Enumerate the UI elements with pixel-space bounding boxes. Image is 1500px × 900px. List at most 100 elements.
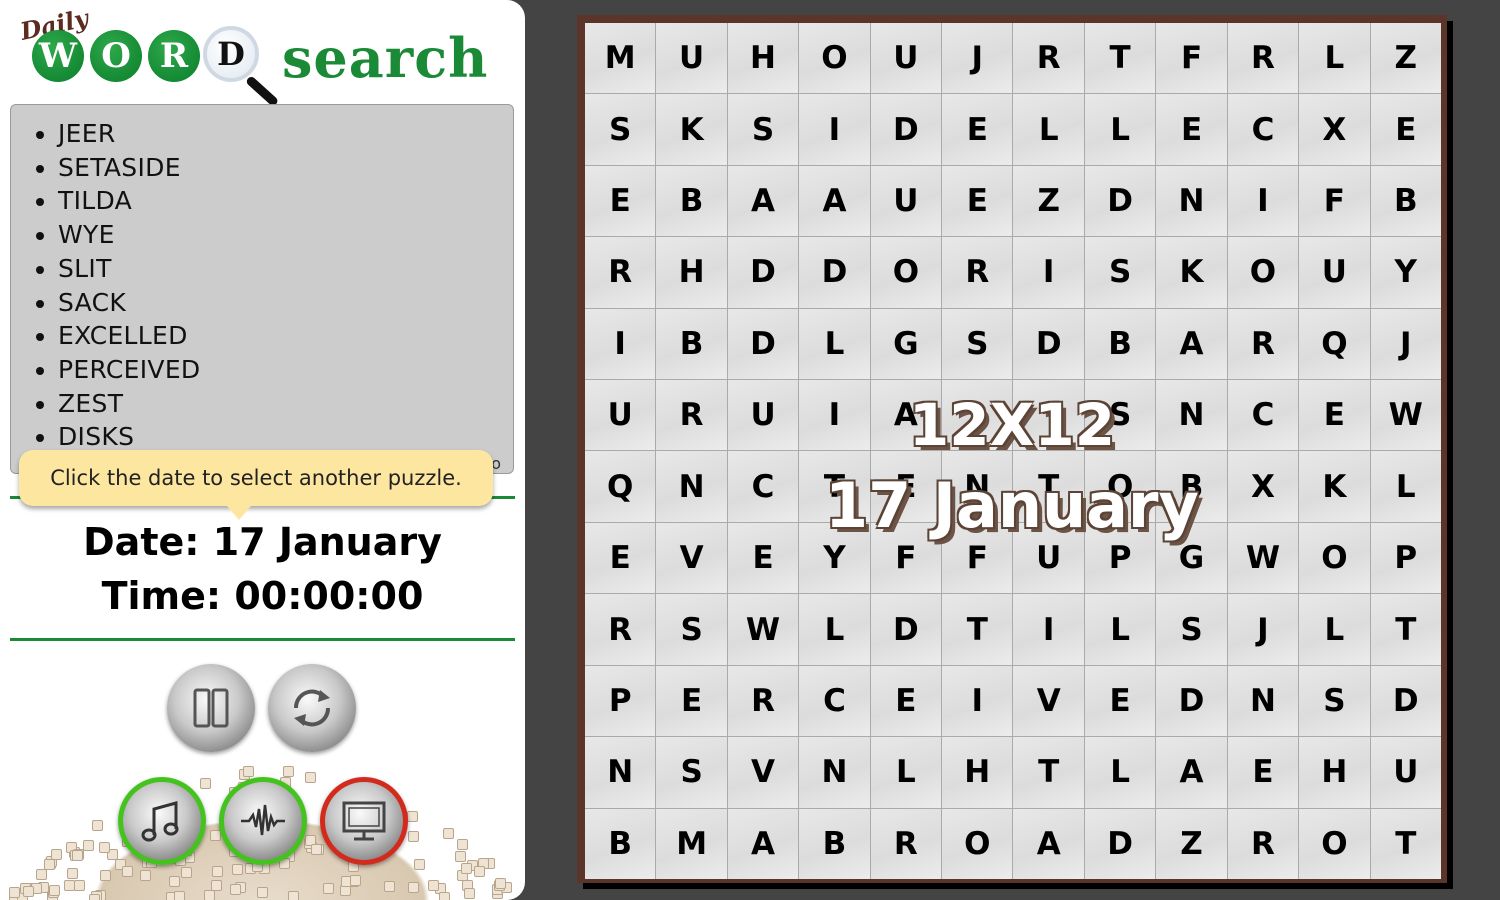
grid-cell[interactable]: C <box>1227 380 1299 451</box>
grid-cell[interactable]: S <box>1084 237 1156 308</box>
grid-cell[interactable]: V <box>656 522 727 594</box>
grid-cell[interactable]: E <box>1084 665 1156 737</box>
grid-cell[interactable]: D <box>870 594 942 665</box>
grid-cell[interactable]: G <box>1156 522 1227 594</box>
grid-cell[interactable]: M <box>585 23 656 94</box>
grid-cell[interactable]: I <box>1227 165 1299 237</box>
grid-cell[interactable]: O <box>799 23 870 94</box>
grid-cell[interactable]: A <box>1156 308 1227 380</box>
grid-cell[interactable]: D <box>1156 665 1227 737</box>
word-list[interactable]: JEERSETASIDETILDAWYESLITSACKEXCELLEDPERC… <box>10 104 514 474</box>
grid-cell[interactable]: S <box>1156 594 1227 665</box>
grid-cell[interactable]: R <box>585 237 656 308</box>
grid-cell[interactable]: L <box>870 737 942 808</box>
grid-cell[interactable]: F <box>1156 23 1227 94</box>
grid-cell[interactable]: S <box>1299 665 1370 737</box>
grid-cell[interactable]: I <box>799 94 870 165</box>
grid-cell[interactable]: R <box>656 380 727 451</box>
grid-cell[interactable]: J <box>1370 308 1441 380</box>
grid-cell[interactable]: E <box>585 522 656 594</box>
grid-cell[interactable]: O <box>870 237 942 308</box>
grid-cell[interactable]: F <box>870 522 942 594</box>
grid-cell[interactable]: T <box>799 451 870 522</box>
grid-cell[interactable]: B <box>1156 451 1227 522</box>
restart-button[interactable] <box>268 664 356 752</box>
grid-cell[interactable]: T <box>1370 808 1441 879</box>
grid-cell[interactable]: N <box>799 737 870 808</box>
grid-cell[interactable]: T <box>1370 594 1441 665</box>
grid-cell[interactable]: N <box>585 737 656 808</box>
grid-cell[interactable]: P <box>1370 522 1441 594</box>
grid-cell[interactable]: D <box>1084 808 1156 879</box>
grid-cell[interactable]: H <box>727 23 799 94</box>
grid-cell[interactable]: L <box>1084 594 1156 665</box>
grid-cell[interactable]: O <box>1299 522 1370 594</box>
grid-cell[interactable]: B <box>656 165 727 237</box>
grid-cell[interactable]: E <box>1299 380 1370 451</box>
grid-cell[interactable]: R <box>1013 23 1084 94</box>
grid-cell[interactable]: U <box>656 23 727 94</box>
grid-cell[interactable]: H <box>1299 737 1370 808</box>
grid-cell[interactable]: L <box>799 594 870 665</box>
grid-cell[interactable]: W <box>1227 522 1299 594</box>
grid-cell[interactable]: A <box>1013 808 1084 879</box>
grid-cell[interactable]: K <box>1156 237 1227 308</box>
grid-cell[interactable]: K <box>1299 451 1370 522</box>
grid-cell[interactable]: I <box>1013 594 1084 665</box>
grid-cell[interactable]: N <box>656 451 727 522</box>
grid-cell[interactable]: L <box>1299 594 1370 665</box>
grid-cell[interactable]: Y <box>1370 237 1441 308</box>
grid-cell[interactable]: N <box>942 451 1013 522</box>
grid-cell[interactable]: S <box>656 737 727 808</box>
grid-cell[interactable]: B <box>1084 308 1156 380</box>
grid-cell[interactable]: S <box>1084 380 1156 451</box>
grid-cell[interactable]: L <box>1370 451 1441 522</box>
letter-grid[interactable]: MUHOUJRTFRLZSKSIDELLECXEEBAAUEZDNIFBRHDD… <box>585 23 1441 879</box>
grid-cell[interactable]: T <box>1013 737 1084 808</box>
grid-cell[interactable]: A <box>799 165 870 237</box>
grid-cell[interactable]: U <box>585 380 656 451</box>
grid-cell[interactable]: E <box>942 165 1013 237</box>
grid-cell[interactable]: E <box>1370 94 1441 165</box>
grid-cell[interactable]: E <box>585 165 656 237</box>
grid-cell[interactable]: A <box>870 380 942 451</box>
grid-cell[interactable]: Q <box>585 451 656 522</box>
grid-cell[interactable]: I <box>799 380 870 451</box>
grid-cell[interactable]: Y <box>799 522 870 594</box>
grid-cell[interactable]: S <box>942 308 1013 380</box>
grid-cell[interactable]: D <box>799 237 870 308</box>
grid-cell[interactable]: B <box>1370 165 1441 237</box>
grid-cell[interactable]: Z <box>1156 808 1227 879</box>
grid-cell[interactable]: I <box>585 308 656 380</box>
grid-cell[interactable]: A <box>1156 737 1227 808</box>
grid-cell[interactable]: E <box>656 665 727 737</box>
grid-cell[interactable]: U <box>1013 522 1084 594</box>
grid-cell[interactable]: R <box>1227 308 1299 380</box>
grid-cell[interactable]: E <box>870 665 942 737</box>
grid-cell[interactable]: F <box>942 522 1013 594</box>
grid-cell[interactable]: U <box>1299 237 1370 308</box>
grid-cell[interactable]: O <box>1299 808 1370 879</box>
grid-cell[interactable]: J <box>942 23 1013 94</box>
grid-cell[interactable]: P <box>585 665 656 737</box>
grid-cell[interactable]: O <box>942 808 1013 879</box>
grid-cell[interactable]: B <box>656 308 727 380</box>
grid-cell[interactable]: J <box>1227 594 1299 665</box>
grid-cell[interactable]: B <box>799 808 870 879</box>
grid-cell[interactable]: C <box>1227 94 1299 165</box>
grid-cell[interactable]: N <box>1156 165 1227 237</box>
grid-cell[interactable]: X <box>1227 451 1299 522</box>
grid-cell[interactable]: R <box>1227 808 1299 879</box>
grid-cell[interactable]: L <box>1013 94 1084 165</box>
grid-cell[interactable]: C <box>799 665 870 737</box>
pause-button[interactable] <box>167 664 255 752</box>
grid-cell[interactable]: D <box>1370 665 1441 737</box>
grid-cell[interactable]: T <box>1084 23 1156 94</box>
grid-cell[interactable]: A <box>727 808 799 879</box>
grid-cell[interactable] <box>1013 380 1084 451</box>
grid-cell[interactable]: I <box>1013 237 1084 308</box>
grid-cell[interactable]: F <box>1299 165 1370 237</box>
grid-cell[interactable]: T <box>942 594 1013 665</box>
grid-cell[interactable]: R <box>942 237 1013 308</box>
grid-cell[interactable]: I <box>942 665 1013 737</box>
